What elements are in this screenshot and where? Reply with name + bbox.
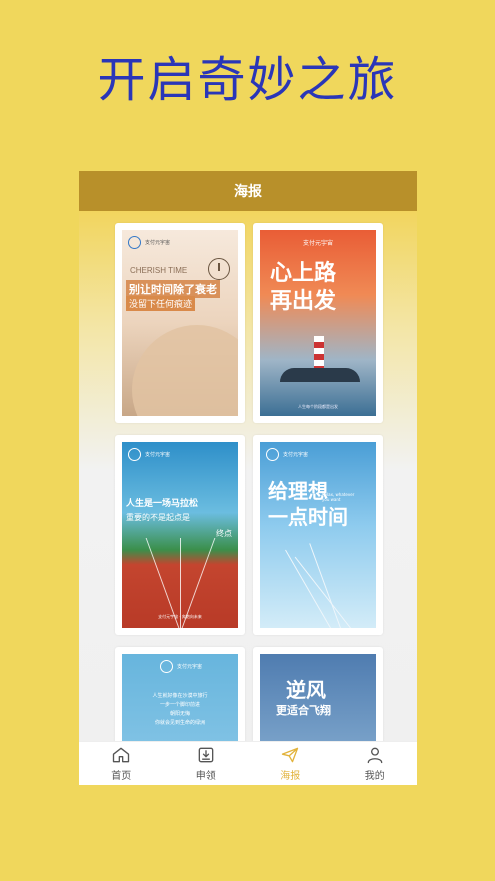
rock-illustration xyxy=(280,368,360,382)
poster-en-text: Relax, whatever you want xyxy=(322,492,355,502)
user-icon xyxy=(367,747,383,764)
poster-title: 给理想 一点时间 xyxy=(268,478,348,530)
tab-home[interactable]: 首页 xyxy=(79,742,164,785)
reed-illustration xyxy=(285,549,331,628)
poster-card[interactable]: 支付元宇宙 给理想 一点时间 Relax, whatever you want xyxy=(253,435,383,635)
poster-card[interactable]: 支付元宇宙 CHERISH TIME 别让时间除了衰老 没留下任何痕迹 xyxy=(115,223,245,423)
poster-text-line: 一步一个脚印前进 xyxy=(159,702,200,708)
promo-headline: 开启奇妙之旅 xyxy=(97,52,398,108)
poster-title-line: 一点时间 xyxy=(268,505,348,529)
poster-card[interactable]: 支付元宇宙 心上路 再出发 人生每个阶段都是出发 xyxy=(253,223,383,423)
poster-logo-text: 支付元宇宙 xyxy=(177,664,203,670)
bottom-tab-bar: 首页 申领 海报 我的 xyxy=(79,741,417,785)
poster-logo: 支付元宇宙 xyxy=(128,448,170,461)
clock-icon xyxy=(208,258,230,280)
logo-icon xyxy=(160,660,173,673)
paper-plane-icon xyxy=(282,747,299,763)
poster-text-line: 你就会见到生命的绿洲 xyxy=(154,720,205,726)
poster-badge: 支付元宇宙 xyxy=(302,240,333,247)
poster-logo: 支付元宇宙 xyxy=(266,448,308,461)
download-box-icon xyxy=(198,747,214,763)
poster-logo-text: 支付元宇宙 xyxy=(283,452,309,458)
home-icon xyxy=(113,747,130,763)
tab-poster[interactable]: 海报 xyxy=(248,742,333,785)
poster-text-line: 人生是一场马拉松 xyxy=(126,499,199,509)
poster-footer: 支付元宇宙 · 奔跑向未来 xyxy=(158,614,202,619)
poster-title-line: 再出发 xyxy=(270,289,337,314)
poster-logo: 支付元宇宙 xyxy=(160,660,202,673)
poster-subtitle: 更适合飞翔 xyxy=(276,704,331,717)
poster-en-text: CHERISH TIME xyxy=(130,266,188,275)
poster-logo-text: 支付元宇宙 xyxy=(145,240,171,246)
top-bar: 海报 xyxy=(79,171,417,211)
poster-image: 支付元宇宙 CHERISH TIME 别让时间除了衰老 没留下任何痕迹 xyxy=(122,230,238,416)
poster-text-line: 终点 xyxy=(216,529,232,538)
poster-image: 支付元宇宙 人生是一场马拉松 重要的不是起点是 终点 支付元宇宙 · 奔跑向未来 xyxy=(122,442,238,628)
page-title: 海报 xyxy=(234,184,262,200)
poster-image: 逆风 更适合飞翔 xyxy=(260,654,376,741)
poster-logo: 支付元宇宙 xyxy=(128,236,170,249)
poster-logo-text: 支付元宇宙 xyxy=(145,452,171,458)
poster-title: 心上路 再出发 xyxy=(270,260,336,316)
tab-claim[interactable]: 申领 xyxy=(164,742,249,785)
poster-card[interactable]: 支付元宇宙 人生就好像在沙漠中旅行 一步一个脚印前进 朝阳无悔 你就会见到生命的… xyxy=(115,647,245,741)
poster-image: 支付元宇宙 给理想 一点时间 Relax, whatever you want xyxy=(260,442,376,628)
poster-grid: 支付元宇宙 CHERISH TIME 别让时间除了衰老 没留下任何痕迹 支付元宇… xyxy=(115,223,383,741)
poster-image: 支付元宇宙 人生就好像在沙漠中旅行 一步一个脚印前进 朝阳无悔 你就会见到生命的… xyxy=(122,654,238,741)
lighthouse-illustration xyxy=(314,336,324,372)
tab-label: 海报 xyxy=(280,771,301,782)
clock-face-illustration xyxy=(132,325,238,416)
tab-mine[interactable]: 我的 xyxy=(333,742,418,785)
phone-screen: 海报 支付元宇宙 CHERISH TIME 别让时间除了衰老 没留下任何痕迹 支… xyxy=(79,171,417,785)
logo-icon xyxy=(128,236,141,249)
poster-text-line: 重要的不是起点是 xyxy=(126,513,190,522)
poster-footer: 人生每个阶段都是出发 xyxy=(298,404,338,409)
poster-title-line: 心上路 xyxy=(270,261,337,286)
logo-icon xyxy=(266,448,279,461)
poster-card[interactable]: 逆风 更适合飞翔 xyxy=(253,647,383,741)
poster-text-line: 朝阳无悔 xyxy=(169,711,190,717)
tab-label: 申领 xyxy=(195,771,216,782)
poster-subtitle: 没留下任何痕迹 xyxy=(126,296,196,311)
poster-text-line: 人生就好像在沙漠中旅行 xyxy=(152,693,208,699)
tab-label: 我的 xyxy=(364,771,385,782)
poster-card[interactable]: 支付元宇宙 人生是一场马拉松 重要的不是起点是 终点 支付元宇宙 · 奔跑向未来 xyxy=(115,435,245,635)
tab-label: 首页 xyxy=(111,771,132,782)
poster-image: 支付元宇宙 心上路 再出发 人生每个阶段都是出发 xyxy=(260,230,376,416)
poster-title: 逆风 xyxy=(286,678,326,702)
poster-list[interactable]: 支付元宇宙 CHERISH TIME 别让时间除了衰老 没留下任何痕迹 支付元宇… xyxy=(79,211,417,741)
logo-icon xyxy=(128,448,141,461)
reed-illustration xyxy=(309,543,341,628)
poster-text-block: 人生就好像在沙漠中旅行 一步一个脚印前进 朝阳无悔 你就会见到生命的绿洲 xyxy=(122,692,238,728)
